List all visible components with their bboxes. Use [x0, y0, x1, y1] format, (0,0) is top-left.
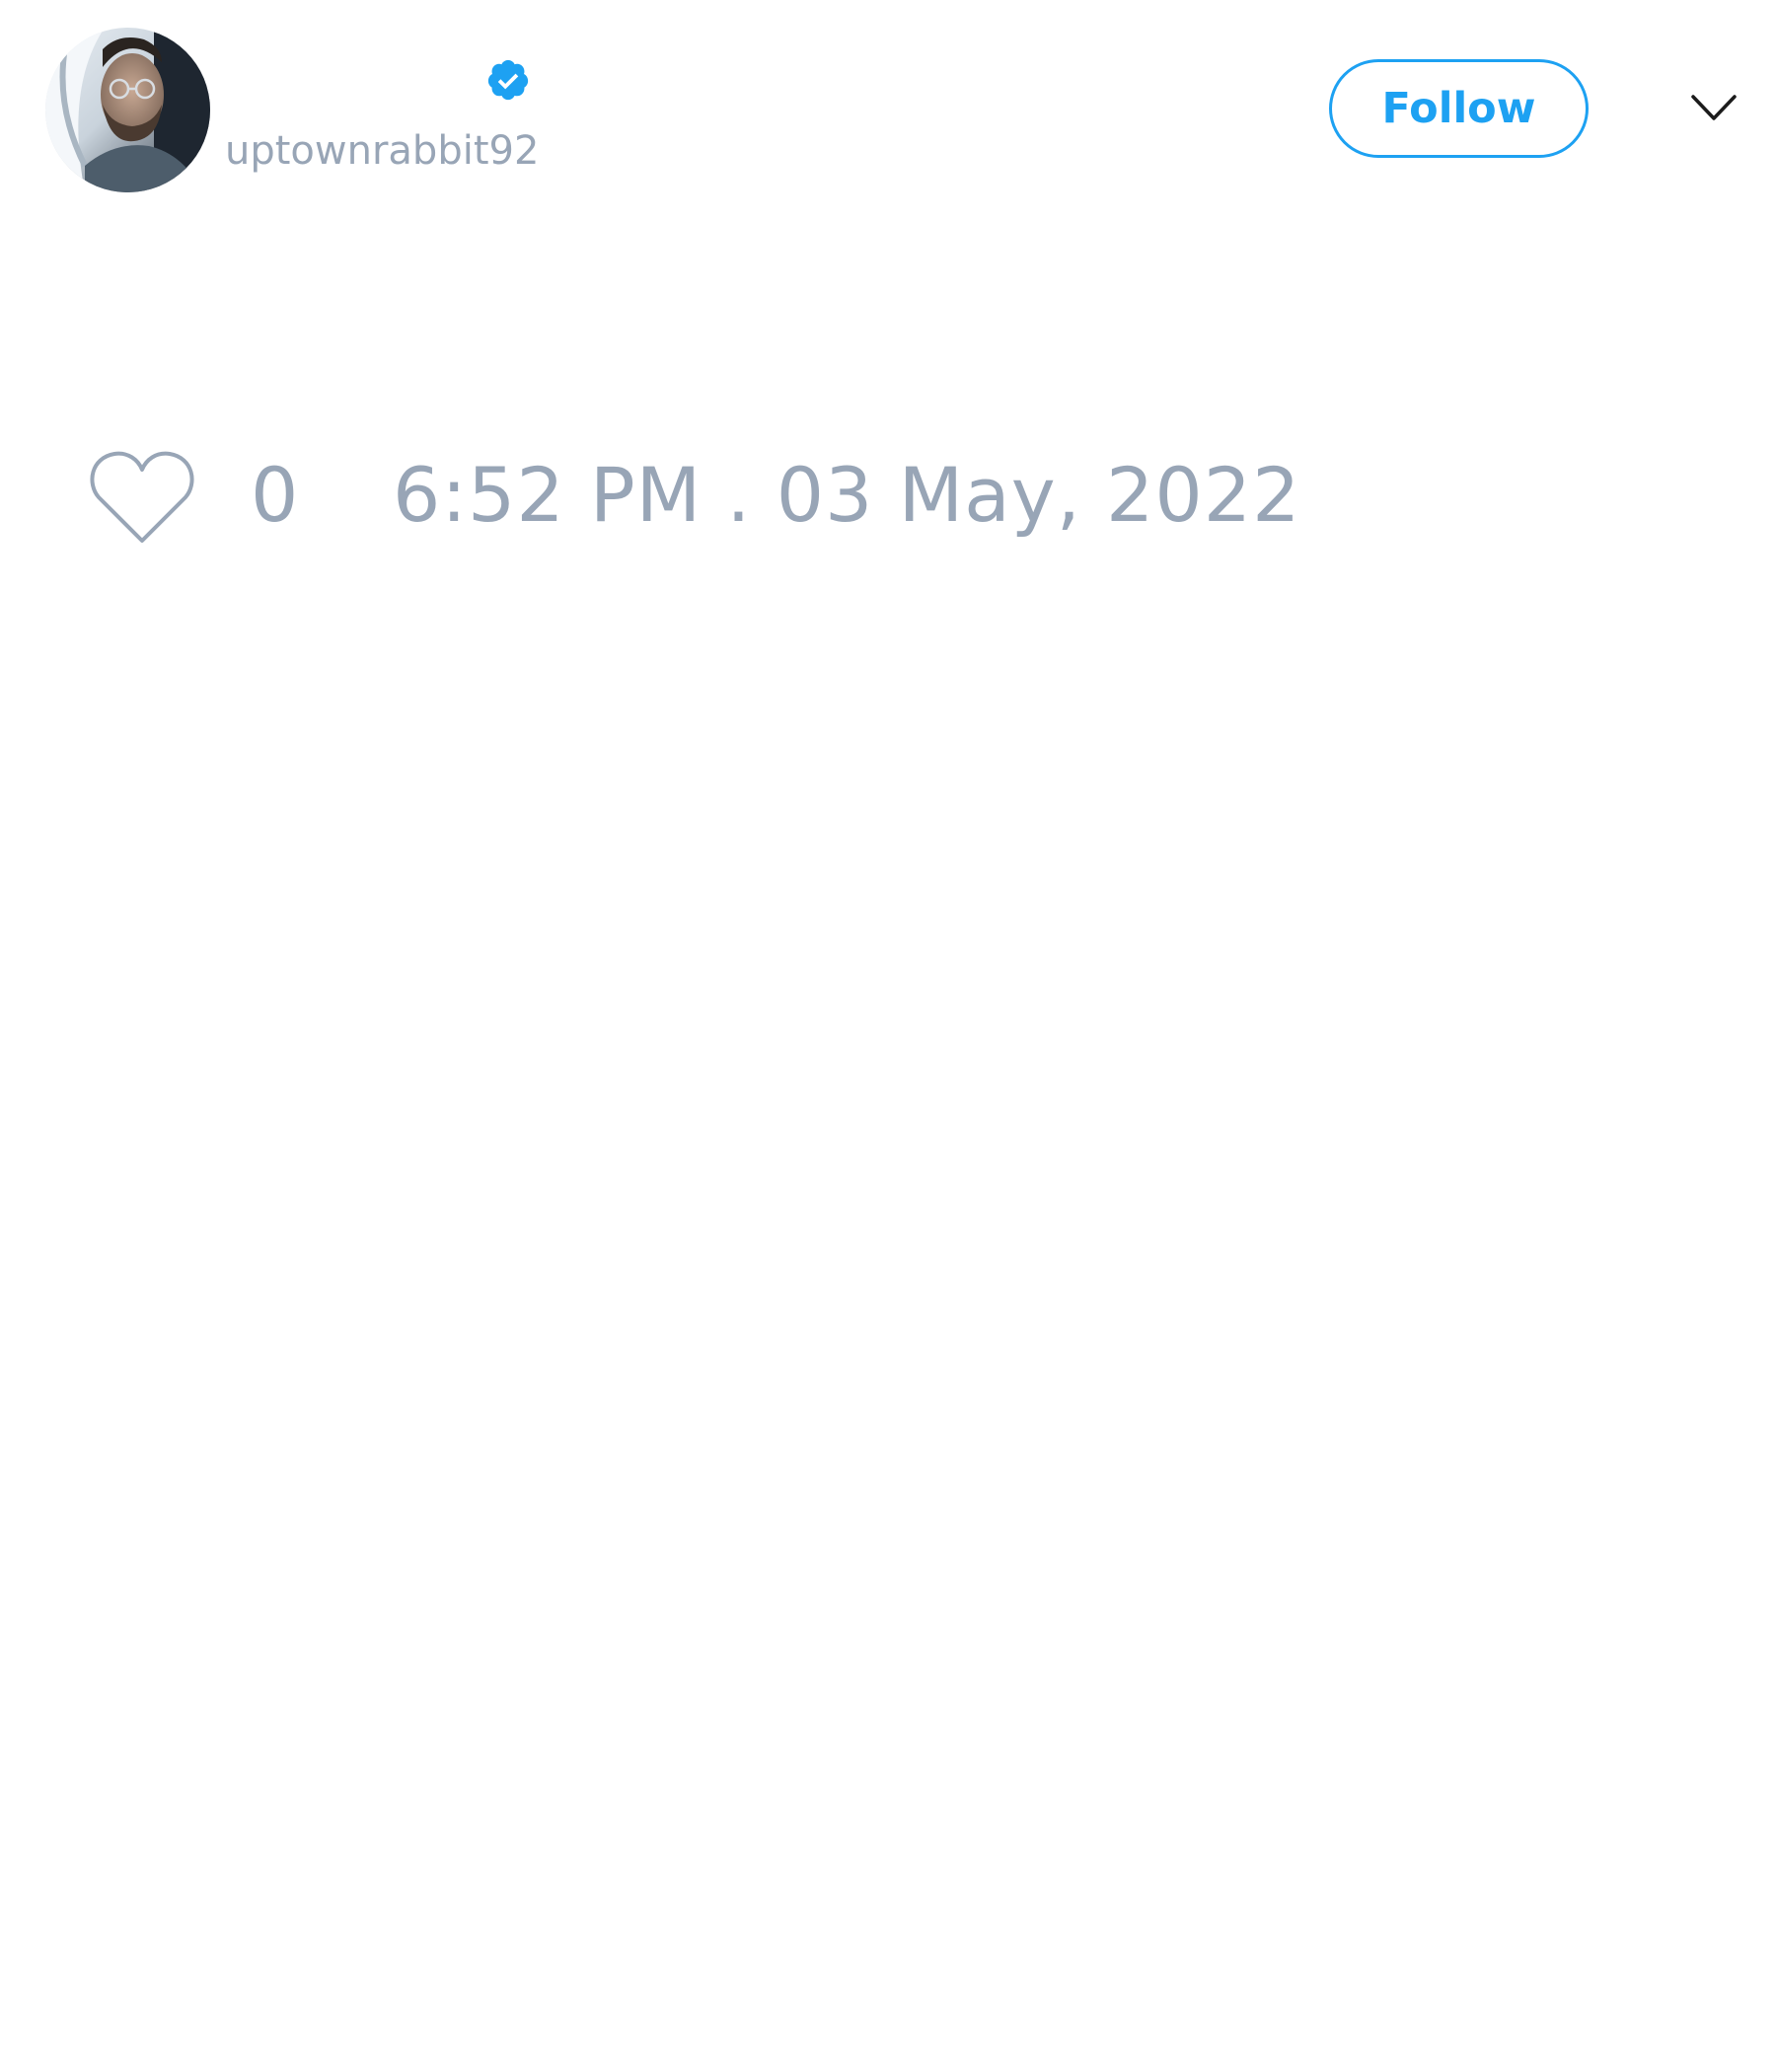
- profile-photo-icon: [45, 28, 210, 192]
- tweet-header: uptownrabbit92 Follow: [0, 0, 1776, 217]
- follow-button[interactable]: Follow: [1329, 59, 1589, 158]
- tweet-timestamp[interactable]: 6:52 PM . 03 May, 2022: [393, 446, 1300, 545]
- verified-badge-icon: [487, 59, 529, 101]
- heart-outline-icon[interactable]: [89, 448, 195, 547]
- like-count: 0: [251, 451, 299, 539]
- chevron-down-icon[interactable]: [1689, 89, 1739, 128]
- tweet-actions: 0 6:52 PM . 03 May, 2022: [0, 434, 1776, 562]
- avatar[interactable]: [45, 28, 210, 192]
- user-handle[interactable]: uptownrabbit92: [225, 126, 539, 176]
